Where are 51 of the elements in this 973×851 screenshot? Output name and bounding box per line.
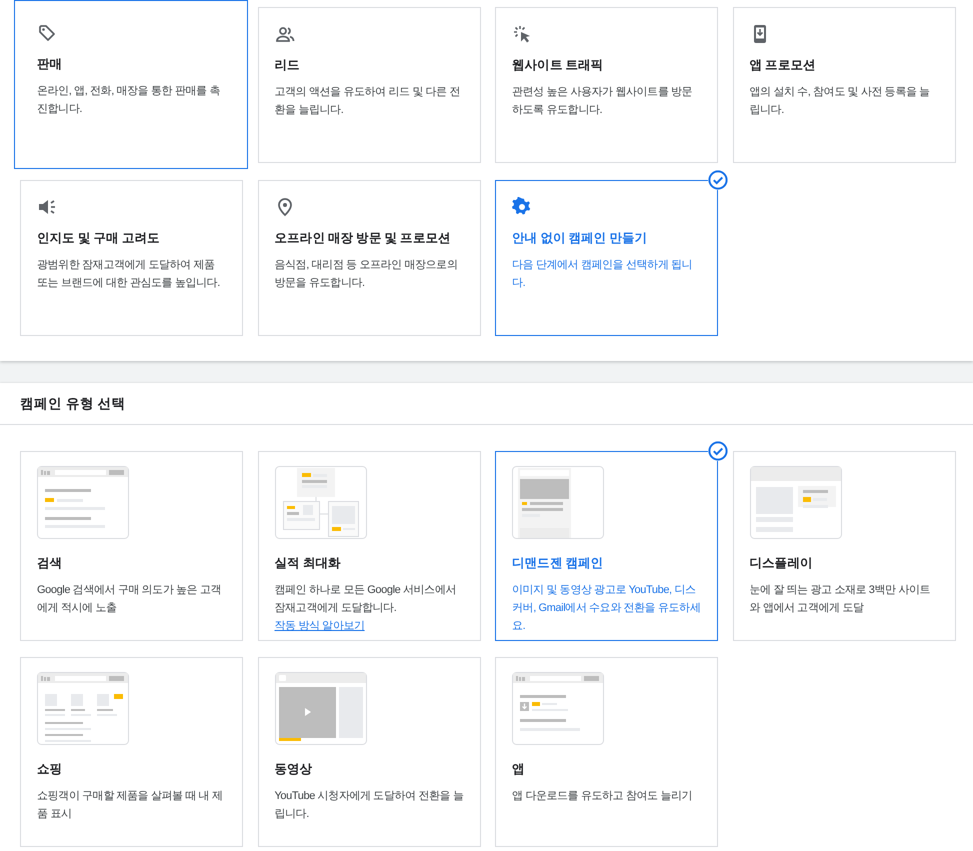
card-description: 광범위한 잠재고객에게 도달하여 제품 또는 브랜드에 대한 관심도를 높입니다. [37,258,221,291]
learn-more-link[interactable]: 작동 방식 알아보기 [274,620,365,632]
campaign-type-card[interactable]: 디스플레이 눈에 잘 띄는 광고 소재로 3백만 사이트와 앱에서 고객에게 도달 [732,451,956,642]
goal-card[interactable]: 앱 프로모션 앱의 설치 수, 참여도 및 사전 등록을 늘립니다. [732,7,956,163]
card-title: 검색 [37,555,64,572]
campaign-type-card[interactable]: 실적 최대화 캠페인 하나로 모든 Google 서비스에서 잠재고객에게 도달합니다. 작동 방식 알아보기 [258,451,480,642]
card-title: 판매 [37,56,64,73]
card-description: YouTube 시청자에게 도달하여 전환을 늘립니다. [274,789,464,822]
card-title: 오프라인 매장 방문 및 프로모션 [274,230,452,247]
card-description: 눈에 잘 띄는 광고 소재로 3백만 사이트와 앱에서 고객에게 도달 [750,583,932,616]
card-title: 디맨드젠 캠페인 [512,555,604,572]
campaign-type-card[interactable]: 동영상 YouTube 시청자에게 도달하여 전환을 늘립니다. [258,657,480,848]
card-title: 쇼핑 [37,761,64,778]
campaign-type-card[interactable]: 앱 앱 다운로드를 유도하고 참여도 늘리기 [495,657,718,848]
settings-icon [512,197,532,217]
card-description: 쇼핑객이 구매할 제품을 살펴볼 때 내 제품 표시 [37,789,224,822]
card-title: 안내 없이 캠페인 만들기 [512,230,648,247]
cursor-icon [512,24,532,44]
card-title: 인지도 및 구매 고려도 [37,230,161,247]
card-title: 리드 [274,57,301,74]
card-description: 온라인, 앱, 전화, 매장을 통한 판매를 촉진합니다. [37,84,221,117]
check-circle-icon [708,441,728,462]
goal-card[interactable]: 인지도 및 구매 고려도 광범위한 잠재고객에게 도달하여 제품 또는 브랜드에 대한 관심도를 높입니다. [20,180,243,336]
goal-card[interactable]: 리드 고객의 액션을 유도하여 리드 및 다른 전환을 늘립니다. [258,7,480,163]
card-description: 관련성 높은 사용자가 웹사이트를 방문하도록 유도합니다. [512,85,694,118]
card-description: 캠페인 하나로 모든 Google 서비스에서 잠재고객에게 도달합니다. 작동 방식 알아보기 [274,583,457,634]
card-description: 다음 단계에서 캠페인을 선택하게 됩니다. [512,258,694,291]
section-heading: 캠페인 유형 선택 [0,383,973,426]
people-icon [274,24,294,44]
goal-card[interactable]: 오프라인 매장 방문 및 프로모션 음식점, 대리점 등 오프라인 매장으로의 방문을 유도합니다. [258,180,480,336]
card-description: Google 검색에서 구매 의도가 높은 고객에게 적시에 노출 [37,583,222,616]
goal-card[interactable]: 안내 없이 캠페인 만들기 다음 단계에서 캠페인을 선택하게 됩니다. [495,180,718,336]
card-title: 앱 프로모션 [750,57,817,74]
campaign-type-card[interactable]: 검색 Google 검색에서 구매 의도가 높은 고객에게 적시에 노출 [20,451,243,642]
card-title: 실적 최대화 [274,555,342,572]
card-title: 디스플레이 [750,555,814,572]
card-title: 앱 [512,761,526,778]
card-description: 고객의 액션을 유도하여 리드 및 다른 전환을 늘립니다. [274,85,462,118]
card-description: 앱의 설치 수, 참여도 및 사전 등록을 늘립니다. [750,85,931,118]
tag-icon [37,23,57,43]
check-circle-icon [708,170,728,190]
card-title: 웹사이트 트래픽 [512,57,604,74]
goal-card[interactable]: 웹사이트 트래픽 관련성 높은 사용자가 웹사이트를 방문하도록 유도합니다. [495,7,718,163]
card-description: 이미지 및 동영상 광고로 YouTube, 디스커버, Gmail에서 수요와 전환을 유도하세요. [512,583,701,634]
speaker-icon [37,197,57,217]
card-title: 동영상 [274,761,314,778]
card-description: 앱 다운로드를 유도하고 참여도 늘리기 [512,789,694,804]
card-description: 음식점, 대리점 등 오프라인 매장으로의 방문을 유도합니다. [274,258,458,291]
campaign-type-card[interactable]: 디맨드젠 캠페인 이미지 및 동영상 광고로 YouTube, 디스커버, Gmail에서 수요와 전환을 유도하세요. [495,451,718,642]
campaign-type-card[interactable]: 쇼핑 쇼핑객이 구매할 제품을 살펴볼 때 내 제품 표시 [20,657,243,848]
goal-card[interactable]: 판매 온라인, 앱, 전화, 매장을 통한 판매를 촉진합니다. [14,0,248,169]
